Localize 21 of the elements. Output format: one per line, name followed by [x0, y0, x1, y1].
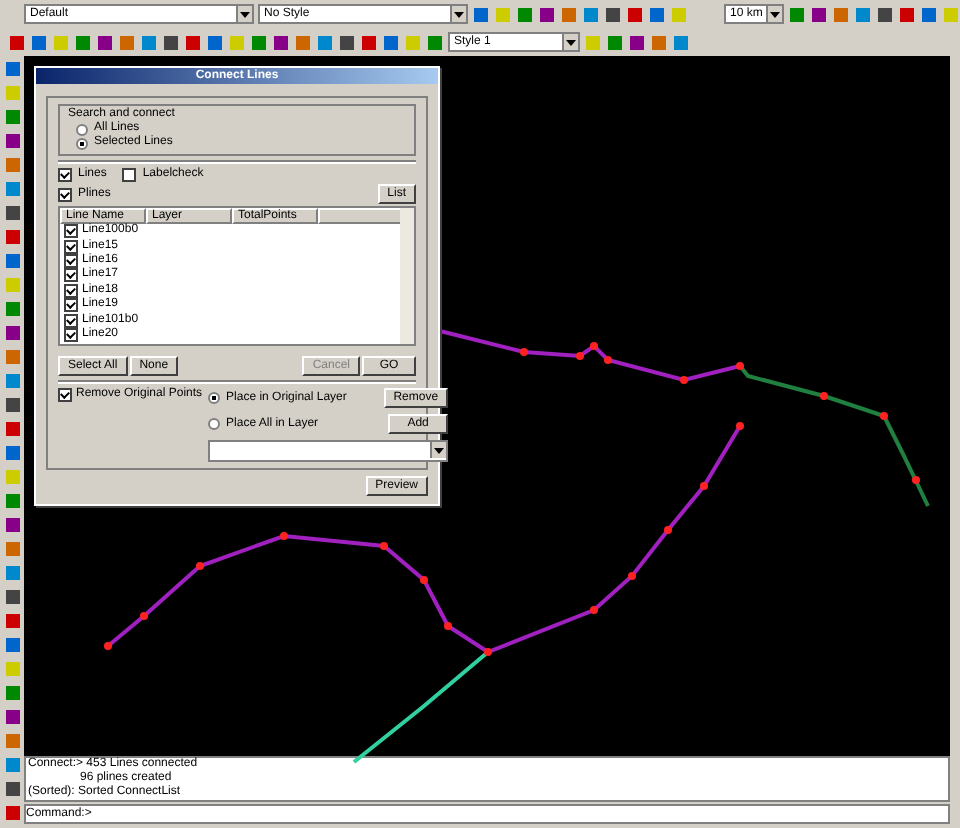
checkbox[interactable] — [64, 268, 78, 283]
scrollbar[interactable] — [400, 208, 414, 344]
radio-button[interactable] — [76, 123, 88, 135]
dropdown-button[interactable] — [766, 6, 782, 22]
layer-field[interactable] — [208, 440, 449, 462]
checkbox[interactable] — [64, 283, 78, 298]
radio-button[interactable] — [208, 392, 221, 404]
checkbox[interactable] — [64, 224, 78, 239]
dropdown-button[interactable] — [430, 442, 447, 458]
checkbox[interactable] — [122, 168, 137, 182]
checkbox[interactable] — [58, 187, 72, 201]
dropdown-button[interactable] — [236, 6, 252, 22]
radio-button[interactable] — [208, 418, 221, 430]
checkbox[interactable] — [58, 388, 72, 402]
checkbox[interactable] — [58, 168, 72, 182]
dropdown-button[interactable] — [450, 6, 466, 22]
checkbox[interactable] — [64, 298, 78, 313]
checkbox[interactable] — [64, 313, 78, 328]
dropdown-button[interactable] — [562, 34, 578, 50]
checkbox[interactable] — [64, 239, 78, 254]
radio-button[interactable] — [76, 137, 88, 149]
